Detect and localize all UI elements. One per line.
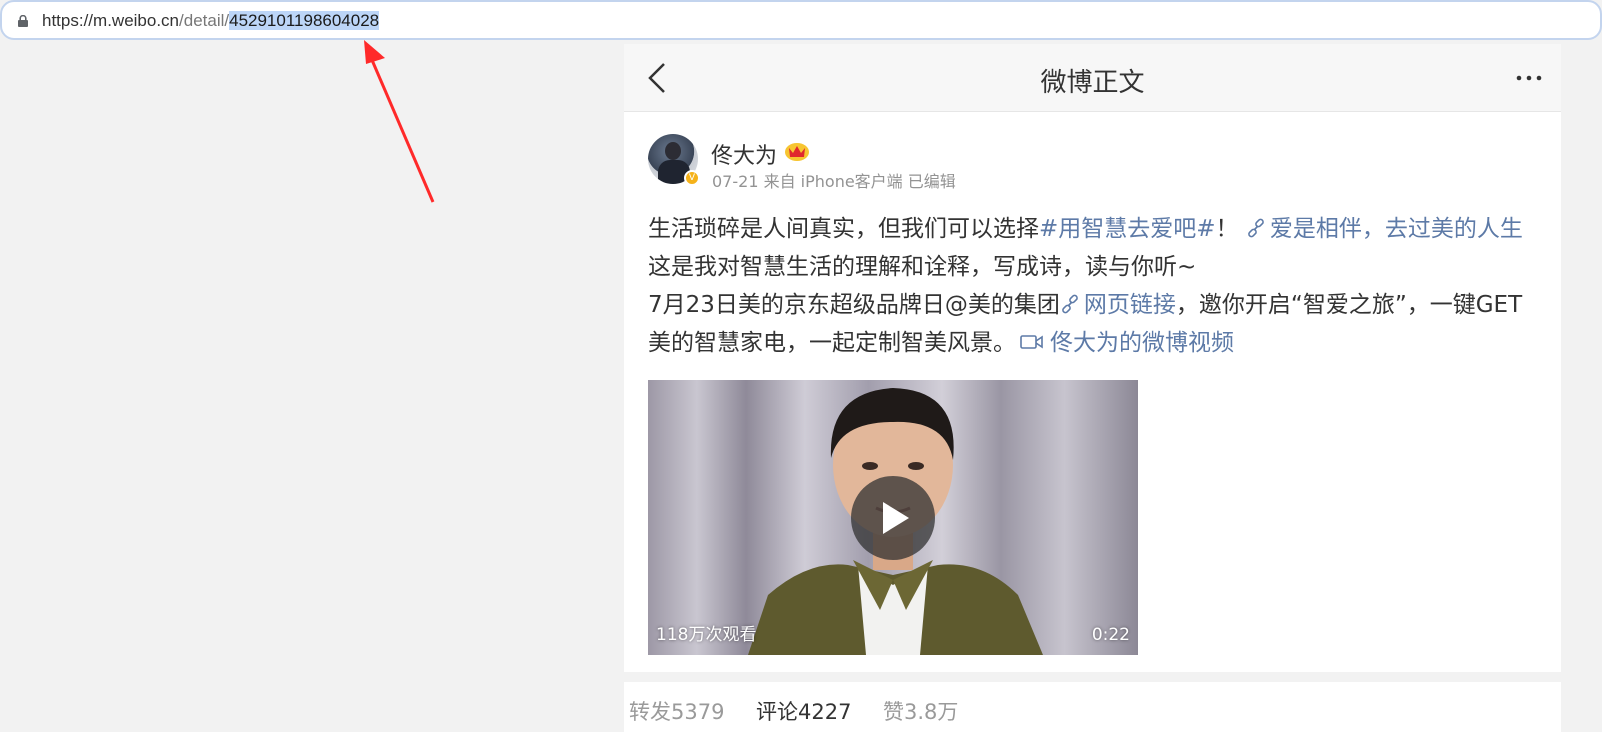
link-icon bbox=[1247, 218, 1264, 238]
web-link-label: 网页链接 bbox=[1083, 292, 1176, 318]
video-link[interactable]: 佟大为的微博视频 bbox=[1016, 330, 1234, 356]
post-text-part: 7月23日美的京东超级品牌日 bbox=[648, 292, 945, 318]
view-count: 118万次观看 bbox=[656, 625, 757, 645]
hashtag-link[interactable]: #用智慧去爱吧# bbox=[1039, 216, 1216, 242]
article-link[interactable]: 爱是相伴，去过美的人生 bbox=[1246, 216, 1523, 242]
video-link-label: 佟大为的微博视频 bbox=[1050, 330, 1234, 356]
vip-crown-icon bbox=[785, 143, 809, 161]
url-selected-id: 4529101198604028 bbox=[229, 11, 380, 30]
video-player[interactable]: 118万次观看 0:22 bbox=[648, 380, 1138, 655]
web-link[interactable]: 网页链接 bbox=[1060, 292, 1176, 318]
address-bar[interactable]: https://m.weibo.cn/detail/45291011986040… bbox=[0, 0, 1602, 40]
url-text[interactable]: https://m.weibo.cn/detail/45291011986040… bbox=[42, 11, 380, 31]
post-text-part: 这是我对智慧生活的理解和诠释，写成诗，读与你听~ bbox=[648, 254, 1197, 280]
url-prefix: https:// bbox=[42, 11, 94, 30]
top-bar: 微博正文 bbox=[624, 44, 1561, 112]
more-dots-icon[interactable] bbox=[1515, 74, 1543, 82]
post-text-part: ！ bbox=[1215, 216, 1239, 242]
page-title: 微博正文 bbox=[1040, 68, 1145, 98]
weibo-panel: 微博正文 V 佟大为 07-21 来自 iPhone客户端 已编辑 生活琐碎是人… bbox=[624, 44, 1561, 732]
url-host: m.weibo.cn bbox=[93, 11, 180, 30]
video-duration: 0:22 bbox=[1091, 625, 1130, 645]
mention-link[interactable]: @美的集团 bbox=[945, 292, 1060, 318]
page-margin bbox=[1561, 44, 1602, 732]
video-camera-icon bbox=[1020, 335, 1043, 349]
lock-icon bbox=[18, 15, 28, 27]
url-path: /detail/ bbox=[179, 11, 230, 30]
verified-icon: V bbox=[684, 170, 700, 186]
repost-button[interactable]: 转发5379 bbox=[629, 696, 724, 726]
post-meta: 07-21 来自 iPhone客户端 已编辑 bbox=[712, 172, 956, 191]
post-text: 生活琐碎是人间真实，但我们可以选择#用智慧去爱吧#！ 爱是相伴，去过美的人生这是… bbox=[648, 210, 1544, 362]
play-button[interactable] bbox=[851, 476, 935, 560]
post-text-part: 生活琐碎是人间真实，但我们可以选择 bbox=[648, 216, 1039, 242]
divider bbox=[624, 672, 1561, 682]
play-icon bbox=[883, 502, 909, 534]
like-button[interactable]: 赞3.8万 bbox=[883, 696, 958, 726]
link-icon bbox=[1062, 294, 1078, 314]
article-link-label: 爱是相伴，去过美的人生 bbox=[1269, 216, 1523, 242]
comment-button[interactable]: 评论4227 bbox=[756, 696, 851, 726]
post-stats-bar: 转发5379 评论4227 赞3.8万 bbox=[624, 682, 1561, 732]
author-name[interactable]: 佟大为 bbox=[711, 138, 777, 170]
